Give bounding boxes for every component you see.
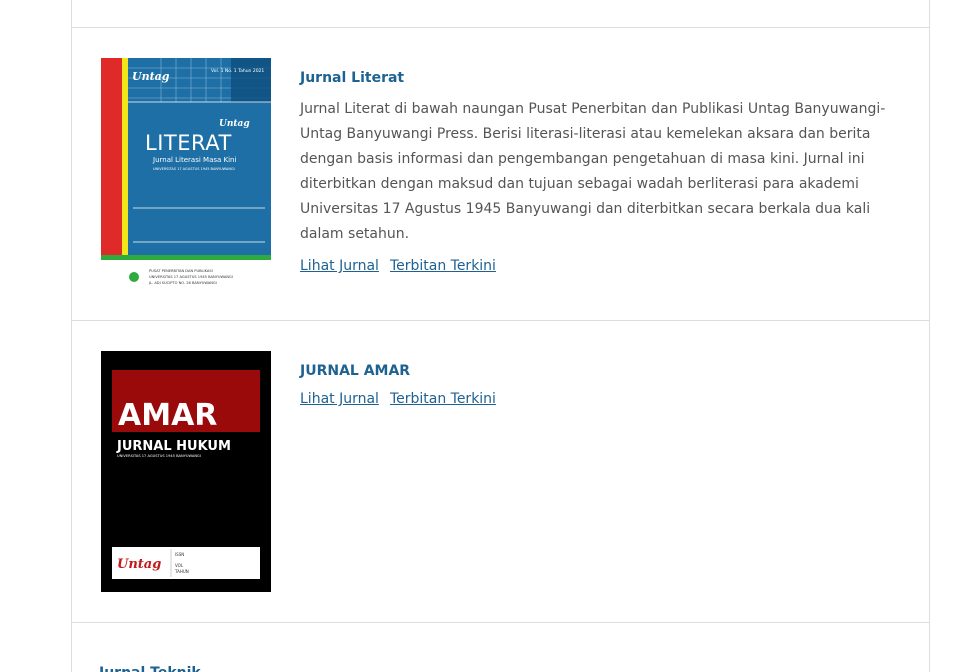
amar-cover-image: AMAR JURNAL HUKUM UNIVERSITAS 17 AGUSTUS… [101,351,271,592]
journal-item-literat: Untag Vol. 1 No. 1 Tahun 2021 Untag LITE… [72,28,929,321]
journal-cover-amar[interactable]: AMAR JURNAL HUKUM UNIVERSITAS 17 AGUSTUS… [101,351,271,592]
cover-issn: ISSN [175,552,184,557]
cover-brand-mid: Untag [219,119,250,129]
cover-university: UNIVERSITAS 17 AGUSTUS 1945 BANYUWANGI [153,167,235,171]
journal-content-amar: JURNAL AMAR Lihat Jurnal Terbitan Terkini [300,361,899,409]
cover-brand: Untag [117,557,161,572]
cover-name: LITERAT [145,131,232,155]
journal-item-amar: AMAR JURNAL HUKUM UNIVERSITAS 17 AGUSTUS… [72,321,929,623]
cover-corner [231,58,271,102]
journal-links: Lihat Jurnal Terbitan Terkini [300,389,899,409]
view-journal-link[interactable]: Lihat Jurnal [300,258,379,274]
cover-subtitle: Jurnal Literasi Masa Kini [152,156,236,164]
cover-address: JL. ADI SUCIPTO NO. 26 BANYUWANGI [148,281,217,285]
journal-title-link[interactable]: JURNAL AMAR [300,361,899,381]
current-issue-link[interactable]: Terbitan Terkini [390,258,496,274]
previous-journal-item [72,0,929,28]
cover-name: AMAR [118,398,217,433]
cover-vol: VOL [175,563,184,568]
journal-content-teknik: Jurnal Teknik [99,663,899,672]
cover-brand-top: Untag [132,70,170,83]
journal-title-link[interactable]: Jurnal Teknik [99,663,899,672]
cover-publisher: PUSAT PENERBITAN DAN PUBLIKASI [149,269,213,273]
journal-title-link[interactable]: Jurnal Literat [300,68,899,88]
cover-university: UNIVERSITAS 17 AGUSTUS 1945 BANYUWANGI [117,454,201,458]
journal-links: Lihat Jurnal Terbitan Terkini [300,256,899,276]
cover-issue: Vol. 1 No. 1 Tahun 2021 [211,68,264,74]
journal-content-literat: Jurnal Literat Jurnal Literat di bawah n… [300,68,899,276]
current-issue-link[interactable]: Terbitan Terkini [390,391,496,407]
journal-description: Jurnal Literat di bawah naungan Pusat Pe… [300,101,886,242]
cover-logo [129,272,139,282]
cover-left-bar [101,58,122,255]
journal-list: Untag Vol. 1 No. 1 Tahun 2021 Untag LITE… [71,0,930,672]
cover-year: TAHUN [174,569,189,574]
literat-cover-image: Untag Vol. 1 No. 1 Tahun 2021 Untag LITE… [101,58,271,289]
cover-bottom-band [101,255,271,260]
cover-footer-university: UNIVERSITAS 17 AGUSTUS 1945 BANYUWANGI [149,275,233,279]
page: Untag Vol. 1 No. 1 Tahun 2021 Untag LITE… [0,0,980,672]
journal-item-teknik: Jurnal Teknik [72,623,929,672]
journal-cover-literat[interactable]: Untag Vol. 1 No. 1 Tahun 2021 Untag LITE… [101,58,271,289]
view-journal-link[interactable]: Lihat Jurnal [300,391,379,407]
cover-subtitle: JURNAL HUKUM [116,439,231,454]
cover-stripe [122,58,128,255]
